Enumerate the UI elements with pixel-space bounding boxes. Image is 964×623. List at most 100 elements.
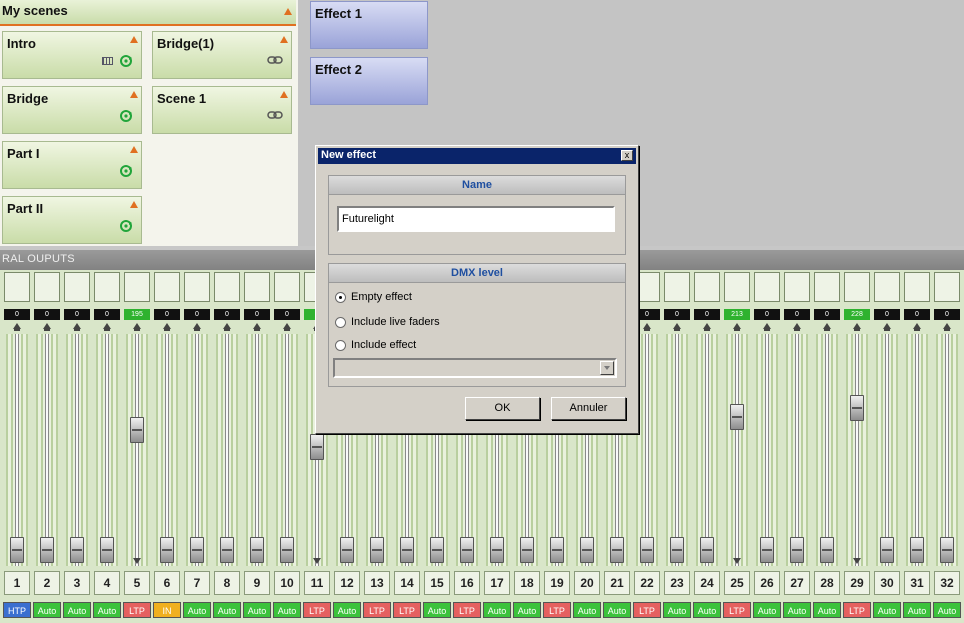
fader-knob[interactable] [760,537,774,563]
fader-track[interactable] [15,334,19,566]
fader-track[interactable] [135,334,139,566]
channel-mode-button[interactable]: Auto [693,602,721,618]
channel-number[interactable]: 17 [484,571,510,595]
effect-select[interactable] [333,358,617,378]
fader-knob[interactable] [160,537,174,563]
fader-knob[interactable] [460,537,474,563]
fader-track[interactable] [195,334,199,566]
channel-number[interactable]: 3 [64,571,90,595]
scene-menu-icon[interactable] [280,91,288,98]
fader-track[interactable] [825,334,829,566]
channel-number[interactable]: 19 [544,571,570,595]
fader-track[interactable] [795,334,799,566]
fader-knob[interactable] [850,394,864,421]
fader-knob[interactable] [100,537,114,563]
fader-knob[interactable] [370,537,384,563]
collapse-icon[interactable] [284,8,292,15]
fader-knob[interactable] [820,537,834,563]
channel-preset-slot[interactable] [34,272,60,302]
channel-preset-slot[interactable] [274,272,300,302]
scene-card[interactable]: Scene 1 [152,86,292,134]
fader-knob[interactable] [310,434,324,461]
fader-track[interactable] [45,334,49,566]
fader-track[interactable] [945,334,949,566]
fader-knob[interactable] [250,537,264,563]
fader-knob[interactable] [670,537,684,563]
scene-menu-icon[interactable] [130,146,138,153]
cancel-button[interactable]: Annuler [551,397,626,420]
channel-mode-button[interactable]: Auto [93,602,121,618]
channel-preset-slot[interactable] [94,272,120,302]
channel-mode-button[interactable]: LTP [363,602,391,618]
scene-menu-icon[interactable] [130,91,138,98]
channel-mode-button[interactable]: HTP [3,602,31,618]
channel-number[interactable]: 18 [514,571,540,595]
channel-preset-slot[interactable] [784,272,810,302]
channel-preset-slot[interactable] [934,272,960,302]
scene-card[interactable]: Bridge(1) [152,31,292,79]
fader-track[interactable] [285,334,289,566]
channel-mode-button[interactable]: LTP [123,602,151,618]
fader-min-icon[interactable] [733,558,741,564]
fader-track[interactable] [645,334,649,566]
channel-mode-button[interactable]: LTP [723,602,751,618]
channel-number[interactable]: 6 [154,571,180,595]
channel-number[interactable]: 30 [874,571,900,595]
fader-knob[interactable] [520,537,534,563]
fader-knob[interactable] [940,537,954,563]
fader-knob[interactable] [700,537,714,563]
channel-number[interactable]: 22 [634,571,660,595]
channel-mode-button[interactable]: Auto [663,602,691,618]
scene-card[interactable]: Intro [2,31,142,79]
effect-card[interactable]: Effect 1 [310,1,428,49]
fader-track[interactable] [75,334,79,566]
channel-mode-button[interactable]: Auto [33,602,61,618]
channel-number[interactable]: 12 [334,571,360,595]
channel-preset-slot[interactable] [184,272,210,302]
channel-preset-slot[interactable] [244,272,270,302]
scene-card[interactable]: Bridge [2,86,142,134]
channel-mode-button[interactable]: IN [153,602,181,618]
fader-min-icon[interactable] [313,558,321,564]
channel-mode-button[interactable]: Auto [483,602,511,618]
channel-mode-button[interactable]: Auto [783,602,811,618]
channel-mode-button[interactable]: Auto [513,602,541,618]
channel-preset-slot[interactable] [754,272,780,302]
channel-mode-button[interactable]: Auto [423,602,451,618]
fader-track[interactable] [735,334,739,566]
channel-mode-button[interactable]: Auto [573,602,601,618]
scene-menu-icon[interactable] [130,201,138,208]
channel-mode-button[interactable]: Auto [63,602,91,618]
channel-mode-button[interactable]: LTP [843,602,871,618]
fader-knob[interactable] [910,537,924,563]
channel-preset-slot[interactable] [214,272,240,302]
channel-number[interactable]: 2 [34,571,60,595]
channel-number[interactable]: 16 [454,571,480,595]
fader-track[interactable] [225,334,229,566]
channel-number[interactable]: 15 [424,571,450,595]
fader-knob[interactable] [280,537,294,563]
fader-knob[interactable] [880,537,894,563]
channel-number[interactable]: 10 [274,571,300,595]
fader-knob[interactable] [220,537,234,563]
fader-track[interactable] [855,334,859,566]
effect-name-input[interactable] [337,206,615,232]
fader-min-icon[interactable] [853,558,861,564]
channel-number[interactable]: 4 [94,571,120,595]
fader-knob[interactable] [790,537,804,563]
fader-knob[interactable] [550,537,564,563]
channel-mode-button[interactable]: LTP [453,602,481,618]
channel-number[interactable]: 32 [934,571,960,595]
fader-knob[interactable] [40,537,54,563]
scene-menu-icon[interactable] [280,36,288,43]
fader-knob[interactable] [400,537,414,563]
close-button[interactable]: x [621,150,633,161]
channel-number[interactable]: 26 [754,571,780,595]
channel-number[interactable]: 28 [814,571,840,595]
dialog-titlebar[interactable]: New effect x [318,148,636,164]
radio-button[interactable] [335,292,346,303]
channel-preset-slot[interactable] [724,272,750,302]
channel-mode-button[interactable]: Auto [813,602,841,618]
channel-mode-button[interactable]: Auto [753,602,781,618]
fader-knob[interactable] [430,537,444,563]
